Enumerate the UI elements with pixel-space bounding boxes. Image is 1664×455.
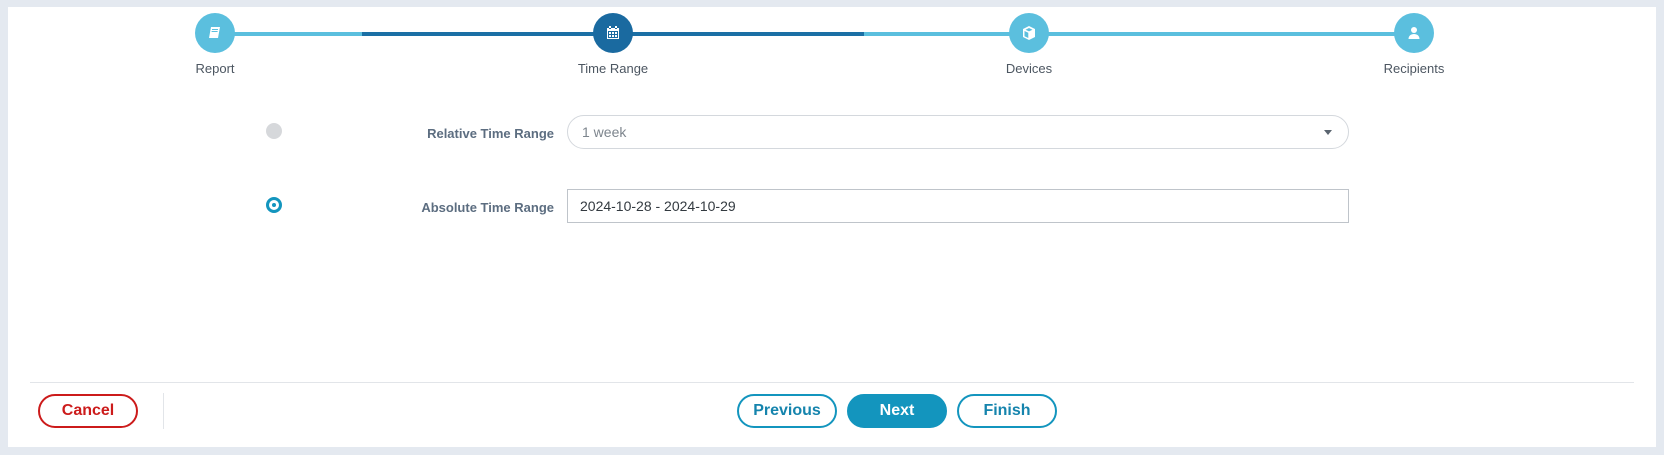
step-time-range-label: Time Range — [577, 61, 649, 76]
step-devices[interactable]: Devices — [949, 13, 1109, 76]
step-report[interactable]: Report — [135, 13, 295, 76]
user-icon — [1408, 27, 1420, 39]
step-time-range[interactable]: Time Range — [533, 13, 693, 76]
stepper-track-devices — [864, 32, 1414, 36]
footer-divider — [30, 382, 1634, 383]
step-devices-circle[interactable] — [1009, 13, 1049, 53]
absolute-time-range-label: Absolute Time Range — [421, 200, 554, 215]
calendar-icon — [607, 26, 619, 39]
step-recipients-label: Recipients — [1383, 61, 1445, 76]
finish-button[interactable]: Finish — [957, 394, 1057, 428]
previous-button[interactable]: Previous — [737, 394, 837, 428]
next-button[interactable]: Next — [847, 394, 947, 428]
book-icon — [209, 27, 220, 38]
footer-separator — [163, 393, 164, 429]
cancel-button[interactable]: Cancel — [38, 394, 138, 428]
absolute-time-range-input[interactable] — [567, 189, 1349, 223]
step-recipients[interactable]: Recipients — [1334, 13, 1494, 76]
step-report-label: Report — [195, 61, 235, 76]
step-report-circle[interactable] — [195, 13, 235, 53]
relative-time-range-value: 1 week — [582, 124, 627, 140]
relative-time-range-label: Relative Time Range — [427, 126, 554, 141]
cube-icon — [1023, 26, 1035, 40]
step-recipients-circle[interactable] — [1394, 13, 1434, 53]
chevron-down-icon — [1324, 130, 1332, 135]
step-time-range-circle[interactable] — [593, 13, 633, 53]
relative-time-range-select[interactable]: 1 week — [567, 115, 1349, 149]
step-devices-label: Devices — [1005, 61, 1053, 76]
